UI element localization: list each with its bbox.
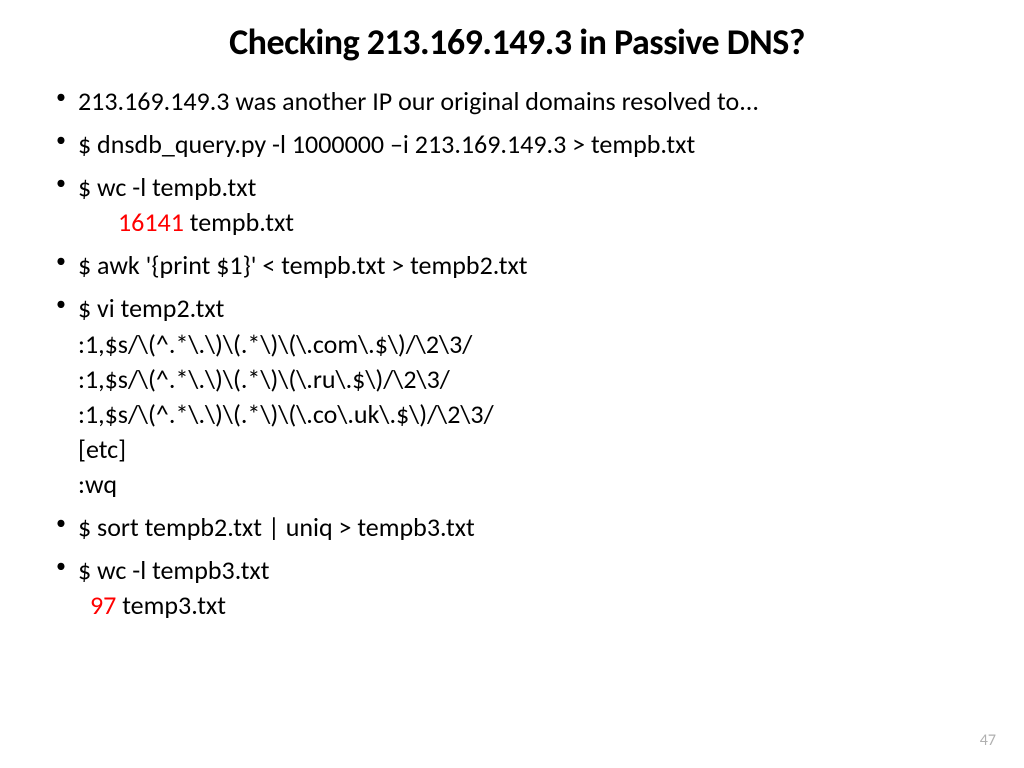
highlight-value: 97 xyxy=(90,589,116,621)
output-file: tempb.txt xyxy=(184,206,294,238)
bullet-text: $ vi temp2.txt xyxy=(78,292,224,324)
code-line: :1,$s/\(^.*\.\)\(.*\)\(\.com\.$\)/\2\3/ xyxy=(78,327,984,362)
bullet-list: 213.169.149.3 was another IP our origina… xyxy=(50,84,984,623)
list-item: $ wc -l tempb3.txt 97 temp3.txt xyxy=(50,553,984,623)
code-line: :wq xyxy=(78,467,984,502)
page-number: 47 xyxy=(980,731,996,750)
bullet-text: $ sort tempb2.txt | uniq > tempb3.txt xyxy=(78,511,475,543)
bullet-text: $ dnsdb_query.py -l 1000000 –i 213.169.1… xyxy=(78,128,695,160)
slide-content: Checking 213.169.149.3 in Passive DNS? 2… xyxy=(0,0,1024,651)
list-item: $ wc -l tempb.txt 16141 tempb.txt xyxy=(50,170,984,240)
code-line: [etc] xyxy=(78,432,984,467)
list-item: $ vi temp2.txt :1,$s/\(^.*\.\)\(.*\)\(\.… xyxy=(50,291,984,502)
output-line: 16141 tempb.txt xyxy=(78,205,984,240)
bullet-text: $ wc -l tempb.txt xyxy=(78,171,256,203)
output-file: temp3.txt xyxy=(116,589,226,621)
code-line: :1,$s/\(^.*\.\)\(.*\)\(\.ru\.$\)/\2\3/ xyxy=(78,362,984,397)
bullet-text: 213.169.149.3 was another IP our origina… xyxy=(78,85,759,117)
list-item: 213.169.149.3 was another IP our origina… xyxy=(50,84,984,119)
code-line: :1,$s/\(^.*\.\)\(.*\)\(\.co\.uk\.$\)/\2\… xyxy=(78,397,984,432)
slide-title: Checking 213.169.149.3 in Passive DNS? xyxy=(50,20,984,64)
list-item: $ sort tempb2.txt | uniq > tempb3.txt xyxy=(50,510,984,545)
highlight-value: 16141 xyxy=(118,206,184,238)
list-item: $ awk '{print $1}' < tempb.txt > tempb2.… xyxy=(50,248,984,283)
output-line: 97 temp3.txt xyxy=(78,588,984,623)
bullet-text: $ wc -l tempb3.txt xyxy=(78,554,269,586)
bullet-text: $ awk '{print $1}' < tempb.txt > tempb2.… xyxy=(78,249,528,281)
list-item: $ dnsdb_query.py -l 1000000 –i 213.169.1… xyxy=(50,127,984,162)
